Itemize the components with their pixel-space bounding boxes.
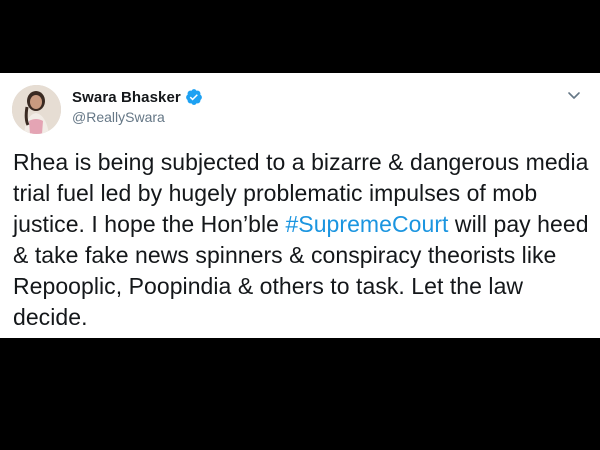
chevron-down-icon[interactable] bbox=[566, 87, 582, 103]
avatar[interactable] bbox=[12, 85, 61, 134]
author-name-row: Swara Bhasker bbox=[72, 88, 203, 106]
hashtag-link[interactable]: #SupremeCourt bbox=[285, 211, 448, 237]
author-handle[interactable]: @ReallySwara bbox=[72, 109, 165, 125]
profile-photo-icon bbox=[12, 85, 61, 134]
tweet-text: Rhea is being subjected to a bizarre & d… bbox=[13, 147, 593, 333]
verified-badge-icon bbox=[185, 88, 203, 106]
author-name[interactable]: Swara Bhasker bbox=[72, 89, 181, 106]
tweet-card: Swara Bhasker @ReallySwara Rhea is being… bbox=[0, 73, 600, 338]
